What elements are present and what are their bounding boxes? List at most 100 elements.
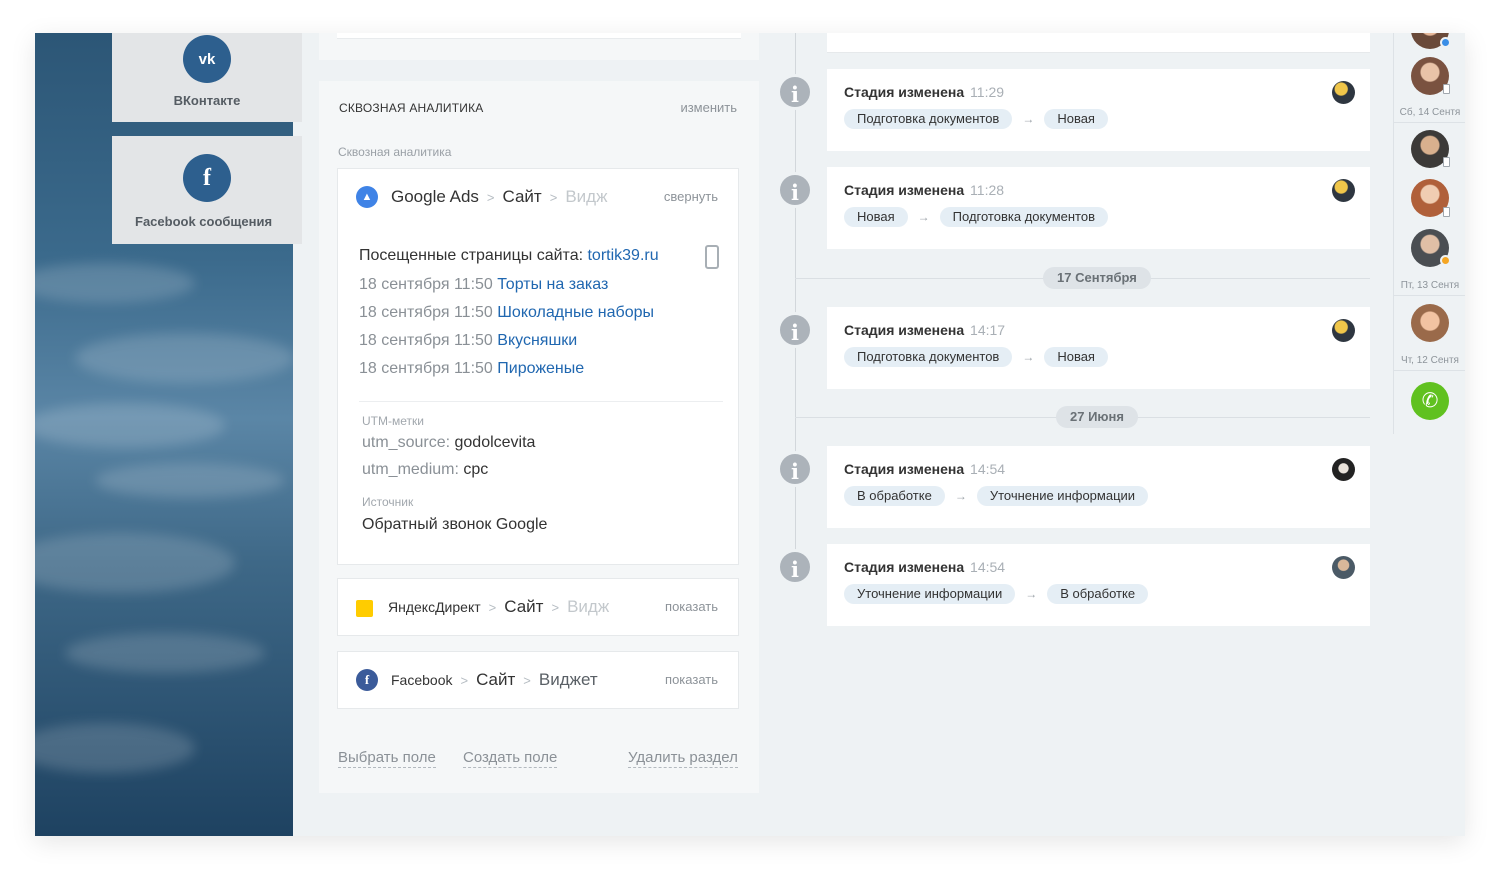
analytics-section: СКВОЗНАЯ АНАЛИТИКА изменить Сквозная ана… [319,81,759,793]
stage-change: Уточнение информации → В обработке [844,584,1149,604]
social-label: Facebook сообщения [135,214,273,229]
event-title: Стадия изменена 11:29 [844,84,1005,100]
yandex-direct-icon [356,599,373,617]
yandex-direct-card: ЯндексДирект > Сайт > Видж показать [337,578,739,636]
info-icon: i [777,451,813,487]
create-field-link[interactable]: Создать поле [463,749,558,768]
stage-from: Подготовка документов [844,347,1013,367]
visit-item: 18 сентября 11:50 Торты на заказ [359,276,609,293]
event-title: Стадия изменена 11:28 [844,182,1005,198]
stage-change: Новая → Подготовка документов [844,207,1108,227]
visit-page-link[interactable]: Торты на заказ [497,276,608,293]
visit-item: 18 сентября 11:50 Вкусняшки [359,332,578,349]
visit-page-link[interactable]: Шоколадные наборы [497,304,654,321]
date-label: Чт, 12 Сентя [1394,355,1465,371]
section-title: СКВОЗНАЯ АНАЛИТИКА [339,101,484,115]
timeline-card: Стадия изменена 11:28 Новая → Подготовка… [827,167,1370,249]
facebook-card: f Facebook > Сайт > Виджет показать [337,651,739,709]
phone-device-icon [1443,84,1450,94]
utm-medium: utm_medium: cpc [362,461,489,478]
avatar[interactable] [1332,179,1355,202]
phone-device-icon [705,245,719,269]
arrow-right-icon: → [954,489,967,503]
timeline-card: Стадия изменена 14:54 В обработке → Уточ… [827,446,1370,528]
facebook-icon: f [356,669,378,691]
stage-to: Новая [1044,109,1108,129]
social-label: ВКонтакте [173,93,241,108]
google-ads-path: ▲ Google Ads > Сайт > Видж [356,169,607,225]
visit-page-link[interactable]: Вкусняшки [497,332,577,349]
date-label: Сб, 14 Сентя [1394,107,1465,123]
arrow-right-icon: → [1022,112,1035,126]
visit-item: 18 сентября 11:50 Пироженые [359,360,585,377]
visits-list: 18 сентября 11:50 Торты на заказ 18 сент… [359,276,719,381]
info-icon: i [777,74,813,110]
stage-from: Уточнение информации [844,584,1016,604]
arrow-right-icon: → [917,210,930,224]
timeline-card: Стадия изменена 14:17 Подготовка докумен… [827,307,1370,389]
avatar[interactable] [1332,458,1355,481]
avatar[interactable] [1332,556,1355,579]
info-icon: i [777,172,813,208]
utm-source: utm_source: godolcevita [362,434,536,451]
stage-from: В обработке [844,486,945,506]
date-separator: 17 Сентября [1043,267,1151,289]
collapse-link[interactable]: свернуть [664,169,718,225]
stage-from: Новая [844,207,908,227]
google-ads-icon: ▲ [356,186,378,208]
stage-to: Новая [1044,347,1108,367]
stage-change: Подготовка документов → Новая [844,109,1108,129]
stage-change: Подготовка документов → Новая [844,347,1108,367]
contact-strip: Сб, 14 Сентя Пт, 13 Сентя Чт, 12 Сентя [1393,33,1465,434]
social-tile-vk[interactable]: vk ВКонтакте [112,33,302,122]
arrow-right-icon: → [1025,587,1038,601]
date-label: Пт, 13 Сентя [1394,280,1465,296]
social-tile-facebook[interactable]: f Facebook сообщения [112,136,302,244]
avatar[interactable] [1332,81,1355,104]
app-frame: vk ВКонтакте f Facebook сообщения СКВОЗН… [35,33,1465,836]
event-title: Стадия изменена 14:17 [844,322,1006,338]
utm-label: UTM-метки [362,414,424,428]
yandex-direct-path: ЯндексДирект > Сайт > Видж [356,579,609,635]
info-icon: i [777,312,813,348]
lock-badge-icon [1440,37,1451,48]
source-label: Источник [362,495,414,509]
visit-page-link[interactable]: Пироженые [497,360,584,377]
source-value: Обратный звонок Google [362,516,548,533]
call-icon[interactable]: ✆ [1411,382,1449,420]
google-ads-card: ▲ Google Ads > Сайт > Видж свернуть Посе… [337,168,739,565]
stage-from: Подготовка документов [844,109,1013,129]
event-title: Стадия изменена 14:54 [844,461,1006,477]
facebook-path: f Facebook > Сайт > Виджет [356,652,598,708]
utm-block: UTM-метки utm_source: godolcevita utm_me… [359,401,723,534]
edit-section-link[interactable]: изменить [680,100,737,115]
phone-device-icon [1443,207,1450,217]
timeline-card: Стадия изменена 14:54 Уточнение информац… [827,544,1370,626]
event-title: Стадия изменена 14:54 [844,559,1006,575]
timeline-card: Стадия изменена 11:29 Подготовка докумен… [827,69,1370,151]
avatar[interactable] [1332,319,1355,342]
facebook-icon: f [183,154,231,202]
site-link[interactable]: tortik39.ru [587,247,658,264]
stage-to: Подготовка документов [939,207,1108,227]
vk-icon: vk [183,35,231,83]
timeline-line [795,33,796,578]
google-ads-details: Посещенные страницы сайта: tortik39.ru 1… [359,245,723,534]
info-icon: i [777,549,813,585]
phone-device-icon [1443,157,1450,167]
show-link[interactable]: показать [665,579,718,635]
date-separator: 27 Июня [1056,406,1138,428]
stage-change: В обработке → Уточнение информации [844,486,1149,506]
stage-to: Уточнение информации [976,486,1149,506]
stage-to: В обработке [1047,584,1149,604]
delete-section-link[interactable]: Удалить раздел [628,749,738,768]
avatar[interactable] [1411,304,1449,342]
select-field-link[interactable]: Выбрать поле [338,749,436,768]
visited-pages-heading: Посещенные страницы сайта: tortik39.ru [359,245,719,269]
section-subtitle: Сквозная аналитика [338,145,452,159]
status-badge [1440,255,1451,266]
arrow-right-icon: → [1022,350,1035,364]
show-link[interactable]: показать [665,652,718,708]
timeline-card-partial [827,33,1370,53]
visit-item: 18 сентября 11:50 Шоколадные наборы [359,304,654,321]
